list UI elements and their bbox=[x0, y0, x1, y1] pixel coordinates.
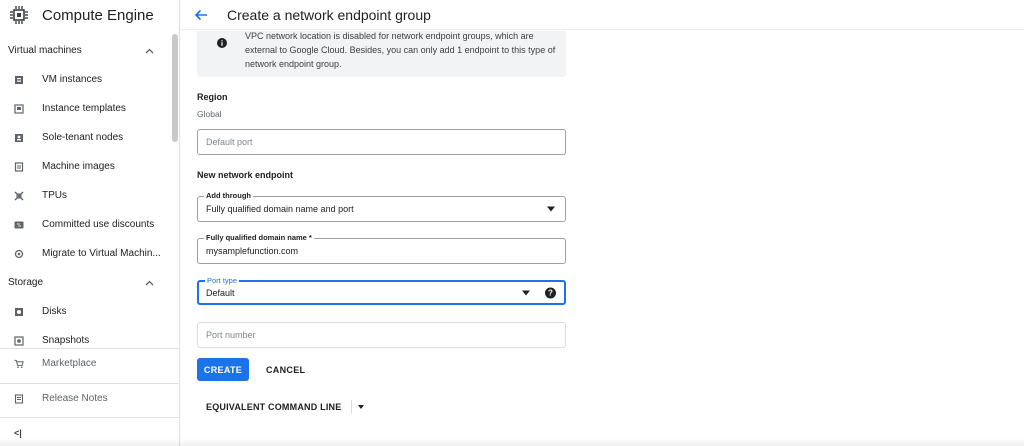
sidebar-item-disks[interactable]: Disks bbox=[0, 297, 180, 326]
section-virtual-machines[interactable]: Virtual machines bbox=[0, 36, 180, 65]
discount-icon: % bbox=[14, 220, 24, 230]
sidebar-item-instance-templates[interactable]: Instance templates bbox=[0, 94, 180, 123]
sidebar-item-label: Disks bbox=[42, 306, 67, 317]
sidebar-item-label: TPUs bbox=[42, 190, 67, 201]
app-root: Compute Engine Virtual machines VM insta… bbox=[0, 0, 1024, 446]
section-label: Storage bbox=[8, 277, 44, 288]
new-endpoint-title: New network endpoint bbox=[197, 170, 294, 180]
port-number-placeholder: Port number bbox=[206, 330, 256, 340]
tpu-icon bbox=[14, 191, 24, 201]
sidebar-item-vm-instances[interactable]: VM instances bbox=[0, 65, 180, 94]
sidebar-item-release-notes-wrap: Release Notes bbox=[0, 383, 180, 413]
sidebar-nav: Virtual machines VM instances Instance t… bbox=[0, 36, 180, 346]
instance-templates-icon bbox=[14, 103, 24, 114]
add-through-label: Add through bbox=[204, 191, 253, 200]
sidebar-item-snapshots[interactable]: Snapshots bbox=[0, 326, 180, 346]
svg-text:%: % bbox=[17, 223, 22, 229]
fqdn-value: mysamplefunction.com bbox=[206, 246, 299, 256]
sidebar-item-label: Committed use discounts bbox=[42, 219, 155, 230]
port-number-input[interactable]: Port number bbox=[197, 322, 566, 348]
section-storage[interactable]: Storage bbox=[0, 268, 180, 297]
migrate-icon bbox=[14, 249, 24, 259]
sidebar-item-committed-use-discounts[interactable]: % Committed use discounts bbox=[0, 210, 180, 239]
disk-icon bbox=[14, 307, 24, 317]
sidebar-scrollbar[interactable] bbox=[172, 34, 178, 142]
cancel-button[interactable]: CANCEL bbox=[258, 358, 313, 381]
dropdown-caret-icon bbox=[547, 206, 555, 212]
fqdn-input[interactable]: Fully qualified domain name * mysamplefu… bbox=[197, 233, 566, 264]
vm-instances-icon bbox=[14, 75, 24, 85]
sidebar-item-label: Snapshots bbox=[42, 335, 90, 346]
sidebar-item-label: Release Notes bbox=[42, 393, 108, 404]
compute-engine-chip-icon bbox=[8, 4, 30, 26]
sidebar-item-label: Migrate to Virtual Machin... bbox=[42, 248, 161, 259]
fqdn-label: Fully qualified domain name * bbox=[204, 233, 314, 242]
dropdown-caret-icon bbox=[522, 290, 530, 295]
info-banner: VPC network location is disabled for net… bbox=[197, 31, 566, 77]
sidebar-item-label: Sole-tenant nodes bbox=[42, 132, 124, 143]
snapshot-icon bbox=[14, 335, 24, 346]
cart-icon bbox=[14, 359, 24, 369]
info-panel: VPC network location is disabled for net… bbox=[197, 31, 567, 77]
add-through-value: Fully qualified domain name and port bbox=[206, 204, 354, 214]
info-text: VPC network location is disabled for net… bbox=[245, 31, 556, 69]
sidebar-item-migrate[interactable]: Migrate to Virtual Machin... bbox=[0, 239, 180, 268]
dropdown-arrow-icon[interactable] bbox=[358, 405, 365, 409]
default-port-input[interactable]: Default port bbox=[197, 129, 566, 155]
machine-images-icon bbox=[14, 161, 24, 172]
add-through-select[interactable]: Add through Fully qualified domain name … bbox=[197, 191, 566, 222]
sidebar-item-marketplace[interactable]: Marketplace bbox=[0, 349, 180, 378]
sidebar-item-label: Instance templates bbox=[42, 103, 126, 114]
sidebar-item-marketplace-wrap: Marketplace bbox=[0, 348, 180, 378]
back-arrow-icon[interactable] bbox=[193, 7, 209, 23]
sidebar-header: Compute Engine bbox=[0, 0, 179, 30]
notes-icon bbox=[14, 393, 24, 404]
equivalent-command-line-button[interactable]: EQUIVALENT COMMAND LINE bbox=[197, 396, 365, 418]
equivalent-command-line-label: EQUIVALENT COMMAND LINE bbox=[206, 402, 342, 412]
default-port-placeholder: Default port bbox=[206, 137, 253, 147]
sidebar-item-tpus[interactable]: TPUs bbox=[0, 181, 180, 210]
region-value: Global bbox=[197, 109, 222, 119]
port-type-value: Default bbox=[206, 287, 235, 298]
app-title: Compute Engine bbox=[42, 6, 154, 24]
info-icon bbox=[217, 35, 227, 48]
sidebar-item-label: Machine images bbox=[42, 161, 115, 172]
port-type-select[interactable]: Port type Default ? bbox=[197, 276, 566, 305]
page-header: Create a network endpoint group bbox=[181, 0, 1024, 30]
chevron-up-icon[interactable] bbox=[145, 46, 154, 56]
collapse-icon[interactable]: <| bbox=[14, 428, 22, 438]
button-divider bbox=[351, 400, 353, 414]
sidebar: Compute Engine Virtual machines VM insta… bbox=[0, 0, 180, 446]
bottom-shadow bbox=[0, 438, 1024, 446]
region-label: Region bbox=[197, 92, 228, 102]
help-icon[interactable]: ? bbox=[545, 287, 556, 298]
sidebar-item-machine-images[interactable]: Machine images bbox=[0, 152, 180, 181]
page-title: Create a network endpoint group bbox=[227, 6, 431, 23]
sidebar-item-sole-tenant-nodes[interactable]: Sole-tenant nodes bbox=[0, 123, 180, 152]
port-type-label: Port type bbox=[205, 276, 240, 285]
create-button[interactable]: CREATE bbox=[197, 358, 249, 381]
chevron-up-icon[interactable] bbox=[145, 278, 154, 288]
section-label: Virtual machines bbox=[8, 45, 82, 56]
sidebar-item-release-notes[interactable]: Release Notes bbox=[0, 384, 180, 413]
sole-tenant-icon bbox=[14, 133, 24, 143]
sidebar-item-label: VM instances bbox=[42, 74, 103, 85]
sidebar-item-label: Marketplace bbox=[42, 358, 97, 369]
